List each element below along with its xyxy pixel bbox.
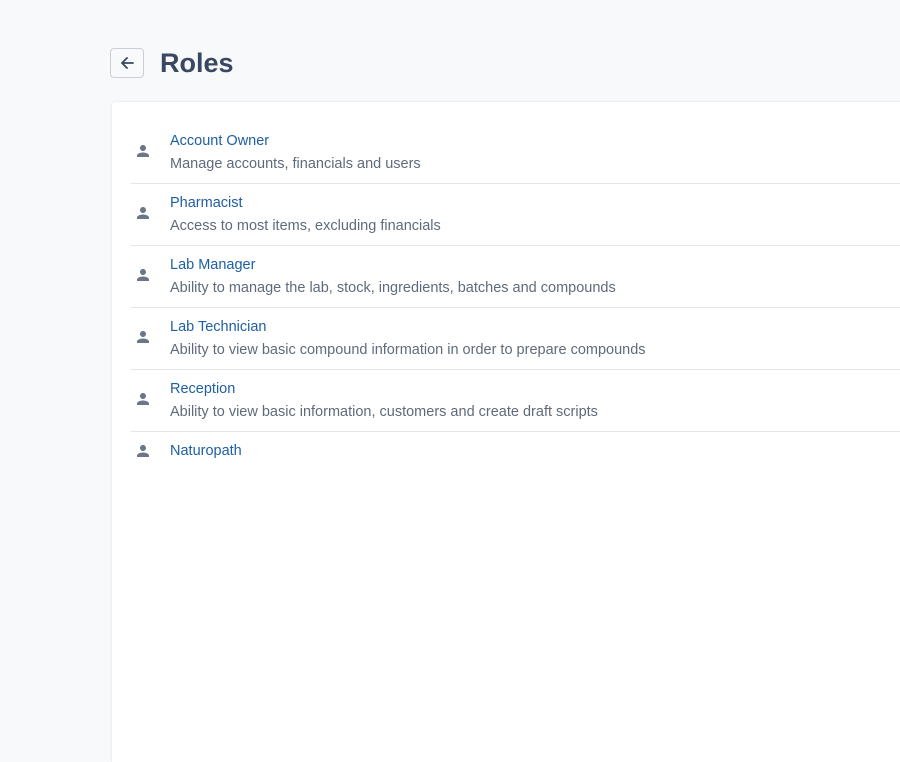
role-item-pharmacist[interactable]: Pharmacist Access to most items, excludi…	[131, 184, 900, 246]
back-button[interactable]	[110, 48, 144, 78]
role-name[interactable]: Naturopath	[170, 442, 242, 460]
page-header: Roles	[110, 47, 234, 79]
person-icon	[137, 207, 149, 219]
role-name[interactable]: Reception	[170, 380, 235, 398]
role-description: Access to most items, excluding financia…	[170, 218, 441, 234]
person-icon	[137, 393, 149, 405]
role-item-reception[interactable]: Reception Ability to view basic informat…	[131, 370, 900, 432]
role-name[interactable]: Lab Manager	[170, 256, 255, 274]
role-description: Ability to view basic information, custo…	[170, 404, 598, 420]
role-description: Ability to manage the lab, stock, ingred…	[170, 280, 616, 296]
person-icon	[137, 331, 149, 343]
role-name[interactable]: Pharmacist	[170, 194, 243, 212]
page-title: Roles	[160, 48, 234, 78]
role-item-lab-manager[interactable]: Lab Manager Ability to manage the lab, s…	[131, 246, 900, 308]
person-icon	[137, 445, 149, 457]
role-description: Ability to view basic compound informati…	[170, 342, 646, 358]
person-icon	[137, 269, 149, 281]
role-list: Account Owner Manage accounts, financial…	[131, 122, 900, 493]
role-description: Manage accounts, financials and users	[170, 156, 421, 172]
role-name[interactable]: Account Owner	[170, 132, 269, 150]
person-icon	[137, 145, 149, 157]
role-item-account-owner[interactable]: Account Owner Manage accounts, financial…	[131, 122, 900, 184]
arrow-left-icon	[121, 57, 134, 69]
roles-card: Account Owner Manage accounts, financial…	[111, 101, 900, 762]
role-name[interactable]: Lab Technician	[170, 318, 266, 336]
role-item-naturopath[interactable]: Naturopath	[131, 432, 900, 493]
role-item-lab-technician[interactable]: Lab Technician Ability to view basic com…	[131, 308, 900, 370]
